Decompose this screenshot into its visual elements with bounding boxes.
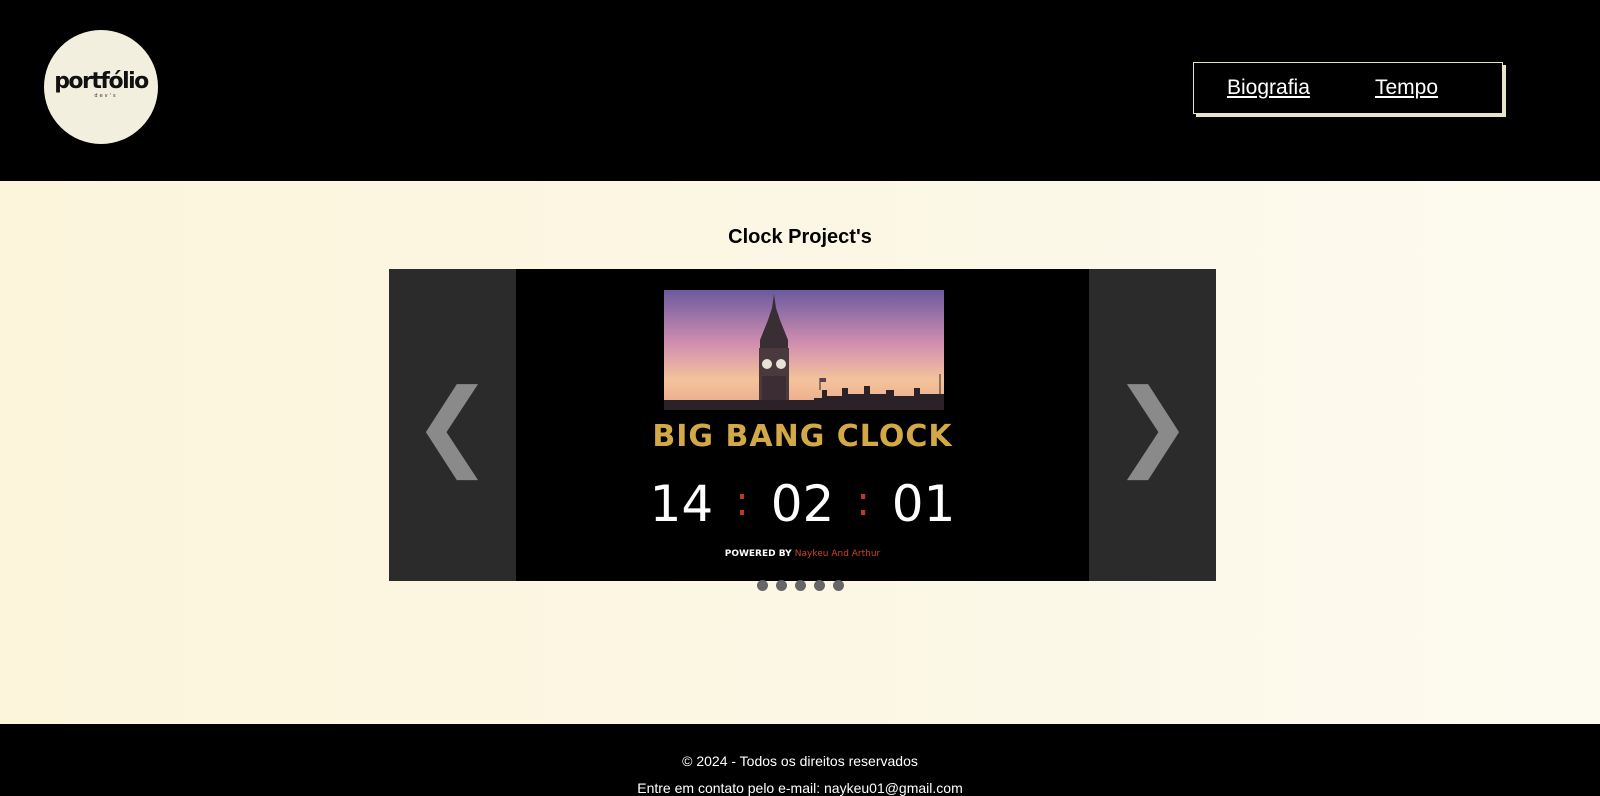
carousel-dot-1[interactable] xyxy=(756,580,768,591)
clock-minutes: 02 xyxy=(770,475,835,533)
portfolio-logo[interactable]: portfólio dev's xyxy=(44,30,158,144)
clock-separator: : xyxy=(735,479,749,525)
clock-hours: 14 xyxy=(649,475,714,533)
main-nav: Biografia Tempo xyxy=(1193,62,1503,114)
clock-display: 14:02:01 xyxy=(516,474,1089,532)
logo-subtitle: dev's xyxy=(94,93,118,99)
chevron-left-icon: ❮ xyxy=(412,371,493,478)
powered-by-authors: Naykeu And Arthur xyxy=(794,549,881,559)
carousel-next-button[interactable]: ❯ xyxy=(1089,269,1216,581)
carousel-dot-4[interactable] xyxy=(813,580,825,591)
site-footer: © 2024 - Todos os direitos reservados En… xyxy=(0,724,1600,796)
footer-copyright: © 2024 - Todos os direitos reservados xyxy=(682,753,918,769)
carousel-prev-button[interactable]: ❮ xyxy=(389,269,516,581)
carousel-dot-2[interactable] xyxy=(775,580,787,591)
carousel-indicators xyxy=(0,578,1600,596)
carousel-dot-3[interactable] xyxy=(794,580,806,591)
clock-seconds: 01 xyxy=(891,475,956,533)
slide-brand-title: BIG BANG CLOCK xyxy=(652,419,953,454)
carousel-slide: BIG BANG CLOCK 14:02:01 POWERED BY Nayke… xyxy=(516,269,1089,581)
section-title: Clock Project's xyxy=(728,226,872,248)
project-carousel: ❮ BIG BANG CLOCK 14: 02: 01 POWERED BY… xyxy=(389,269,1216,581)
nav-link-biografia[interactable]: Biografia xyxy=(1227,76,1310,100)
main-content: Clock Project's ❮ BIG BANG CLOCK 14: 02… xyxy=(0,181,1600,724)
site-header: portfólio dev's Biografia Tempo xyxy=(0,0,1600,181)
carousel-dot-5[interactable] xyxy=(832,580,844,591)
big-ben-image xyxy=(664,290,944,410)
clock-separator: : xyxy=(856,479,870,525)
powered-by: POWERED BY Naykeu And Arthur xyxy=(516,549,1089,559)
chevron-right-icon: ❯ xyxy=(1112,371,1193,478)
footer-contact: Entre em contato pelo e-mail: naykeu01@g… xyxy=(637,780,963,796)
nav-link-tempo[interactable]: Tempo xyxy=(1375,76,1438,100)
powered-by-label: POWERED BY xyxy=(724,549,792,559)
logo-word: portfólio xyxy=(54,69,149,94)
